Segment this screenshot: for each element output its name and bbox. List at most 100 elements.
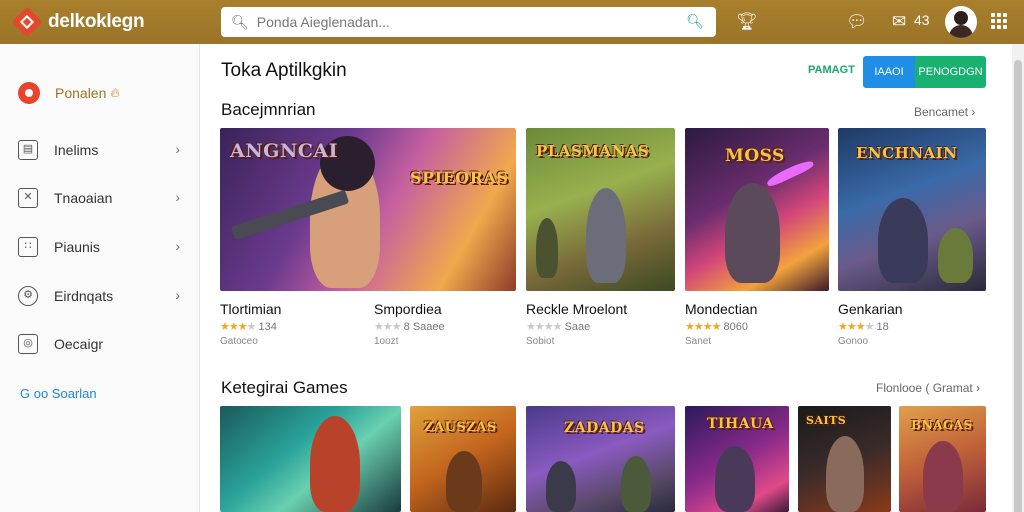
game-thumbnail: ENCHNAIN	[838, 128, 986, 291]
sidebar-item-label: Piaunis	[54, 239, 100, 255]
rating-count: 134	[258, 321, 277, 333]
game-art-title: BNAGAS	[911, 418, 973, 432]
game-title[interactable]: Genkarian	[838, 301, 903, 317]
game-rating: ★★★★ 134	[220, 320, 277, 333]
rating-count: 18	[876, 321, 889, 333]
rating-count: 8 Saaee	[403, 321, 445, 333]
sidebar-user[interactable]: Ponalen 🔥︎	[18, 82, 120, 104]
apps-grid-icon[interactable]	[991, 13, 1007, 29]
game-title[interactable]: Smpordiea	[374, 301, 442, 317]
game-card[interactable]: SAITS	[798, 406, 891, 512]
sidebar-item-5[interactable]: ◎ Oecaigr	[18, 332, 186, 356]
game-title[interactable]: Reckle Mroelont	[526, 301, 627, 317]
game-art-title: ENCHNAIN	[856, 144, 958, 162]
game-art-title: ZAUSZAS	[424, 420, 497, 435]
sidebar-item-label: Tnaoaian	[54, 190, 113, 206]
chevron-right-icon: ›	[175, 189, 180, 205]
action-button-group: IAAOI PENOGDGN	[863, 56, 986, 88]
game-thumbnail: TIHAUA	[685, 406, 789, 512]
star-empty-icon: ★	[864, 321, 875, 333]
rating-count: Saae	[564, 321, 591, 333]
game-subtitle: Sanet	[685, 336, 712, 347]
search-icon: 🔍︎	[231, 13, 249, 30]
sidebar-item-2[interactable]: ✕ Tnaoaian ›	[18, 186, 186, 210]
game-art-title: ANGNCAI	[230, 140, 338, 162]
search-submit-icon[interactable]: 🔍︎	[686, 13, 704, 30]
game-subtitle: Sobiot	[526, 336, 555, 347]
sidebar-item-label: Eirdnqats	[54, 288, 114, 304]
game-card[interactable]: ZAUSZAS	[410, 406, 516, 512]
logo-icon	[11, 6, 43, 38]
game-thumbnail: PLASMANAS	[526, 128, 675, 291]
avatar[interactable]	[945, 6, 977, 38]
section-title: Bacejmnrian	[221, 100, 316, 119]
game-card[interactable]: ENCHNAIN	[838, 128, 986, 291]
trophy-icon[interactable]: 🏆︎	[736, 10, 758, 34]
game-rating: ★★★★ Saae	[526, 320, 590, 333]
flame-icon: 🔥︎	[110, 85, 120, 100]
game-rating: ★★★★ 18	[838, 320, 889, 333]
star-icon: ★★★★	[685, 321, 721, 333]
section-title: Ketegirai Games	[221, 378, 348, 397]
sidebar-item-label: Oecaigr	[54, 336, 104, 352]
chevron-right-icon: ›	[175, 238, 180, 254]
user-dot-icon	[18, 82, 40, 104]
section-link-label: Flonlooe ( Gramat	[876, 381, 973, 395]
dice-icon: ∷	[18, 237, 38, 257]
game-art-title: ZADADAS	[564, 420, 645, 436]
puzzle-icon: ✕	[18, 188, 38, 208]
text-button[interactable]: PAMAGT	[808, 64, 855, 76]
page-title: Toka Aptilkgkin	[221, 60, 347, 81]
star-empty-icon: ★★★	[374, 321, 402, 333]
game-art-title: PLASMANAS	[536, 142, 650, 160]
game-subtitle: Gonoo	[838, 336, 869, 347]
section-link-label: Bencamet	[914, 105, 969, 119]
game-title[interactable]: Mondectian	[685, 301, 757, 317]
scrollbar-thumb[interactable]	[1014, 60, 1022, 512]
game-card[interactable]	[220, 406, 401, 512]
chevron-right-icon: ›	[175, 287, 180, 303]
app-logo[interactable]: delkoklegn	[11, 6, 212, 38]
game-thumbnail: MOSS	[685, 128, 829, 291]
logo-text: delkoklegn	[48, 11, 145, 32]
game-subtitle: 1oozt	[374, 336, 399, 347]
game-art-title: SAITS	[806, 414, 847, 427]
sidebar-link[interactable]: G oo Soarlan	[20, 386, 97, 401]
game-subtitle: Gatoceo	[220, 336, 258, 347]
game-rating: ★★★★ 8060	[685, 320, 748, 333]
game-card[interactable]: MOSS	[685, 128, 829, 291]
primary-button[interactable]: IAAOI	[863, 56, 915, 88]
search-input[interactable]	[256, 14, 677, 30]
scrollbar[interactable]	[1012, 44, 1024, 512]
game-rating: ★★★ 8 Saaee	[374, 320, 445, 333]
chevron-right-icon: ›	[175, 141, 180, 157]
message-icon[interactable]: ✉︎	[892, 10, 906, 34]
game-thumbnail: ZAUSZAS	[410, 406, 516, 512]
sidebar-item-4[interactable]: ⚙ Eirdnqats ›	[18, 284, 186, 308]
game-thumbnail: SAITS	[798, 406, 891, 512]
game-thumbnail: BNAGAS	[899, 406, 986, 512]
gear-icon: ⚙	[18, 286, 38, 306]
sidebar-user-label: Ponalen	[55, 85, 107, 101]
star-empty-icon: ★★★★	[526, 321, 562, 333]
game-card[interactable]: ZADADAS	[526, 406, 675, 512]
sidebar: Ponalen 🔥︎ ▤ Inelims › ✕ Tnaoaian › ∷ Pi…	[0, 44, 200, 512]
game-thumbnail: ANGNCAI SPIEORAS	[220, 128, 516, 291]
game-title[interactable]: Tlortimian	[220, 301, 281, 317]
search-bar[interactable]: 🔍︎ 🔍︎	[221, 7, 716, 37]
section-see-all-link[interactable]: Flonlooe ( Gramat ›	[876, 381, 980, 395]
rating-count: 8060	[723, 321, 748, 333]
game-card[interactable]: ANGNCAI SPIEORAS	[220, 128, 516, 291]
sidebar-item-1[interactable]: ▤ Inelims ›	[18, 138, 186, 162]
game-card[interactable]: TIHAUA	[685, 406, 789, 512]
section-see-all-link[interactable]: Bencamet ›	[914, 105, 975, 119]
secondary-button[interactable]: PENOGDGN	[915, 56, 986, 88]
sidebar-item-3[interactable]: ∷ Piaunis ›	[18, 235, 186, 259]
game-card[interactable]: BNAGAS	[899, 406, 986, 512]
game-thumbnail: ZADADAS	[526, 406, 675, 512]
game-card[interactable]: PLASMANAS	[526, 128, 675, 291]
star-empty-icon: ★	[246, 321, 257, 333]
game-art-title: SPIEORAS	[410, 168, 509, 187]
chat-icon[interactable]: 💬︎	[846, 10, 868, 34]
controller-icon: ◎	[18, 334, 38, 354]
